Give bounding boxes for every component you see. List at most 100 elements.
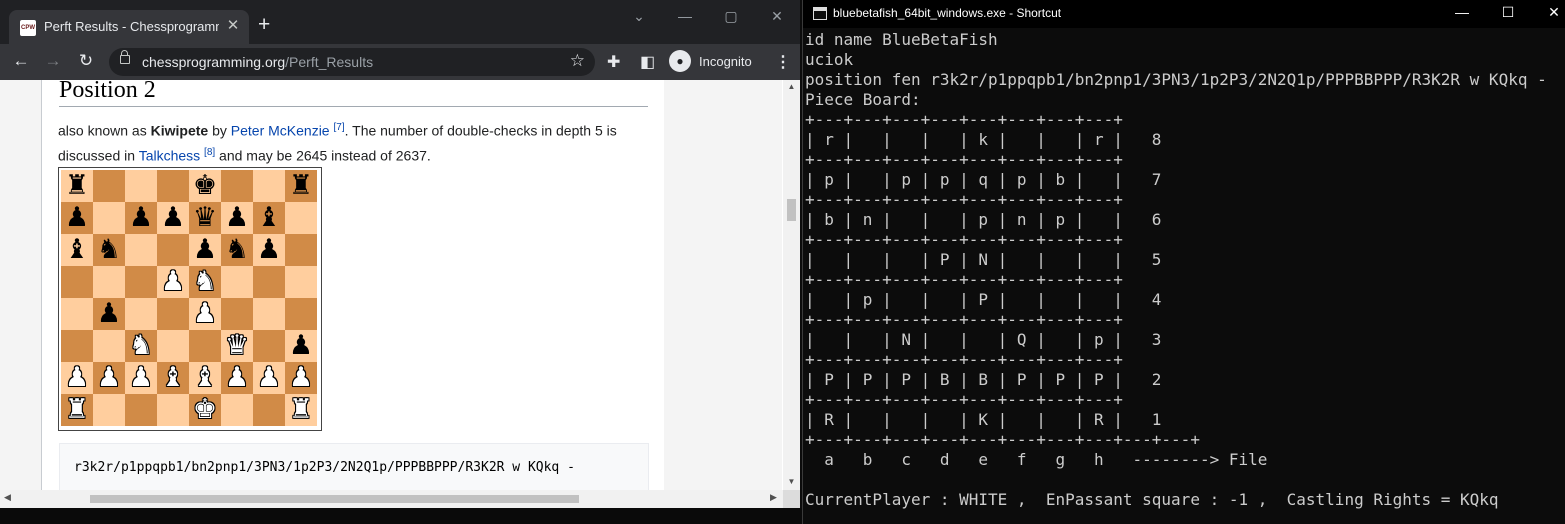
white-pawn-icon: ♟ <box>128 362 154 393</box>
horizontal-scroll-thumb[interactable] <box>90 495 579 503</box>
browser-tab[interactable]: CPW Perft Results - Chessprogramming ✕ <box>9 10 249 44</box>
black-pawn-icon: ♟ <box>192 234 218 265</box>
side-panel-icon[interactable]: ◧ <box>640 52 655 72</box>
square-d4 <box>157 298 189 330</box>
console-title-bar: bluebetafish_64bit_windows.exe - Shortcu… <box>803 0 1565 28</box>
black-queen-icon: ♛ <box>192 202 218 233</box>
maximize-icon[interactable]: ▢ <box>719 8 743 25</box>
browser-toolbar: ← → ↻ chessprogramming.org/Perft_Results… <box>0 44 800 80</box>
menu-icon[interactable]: ⋮ <box>775 52 791 72</box>
console-line: +---+---+---+---+---+---+---+---+ <box>805 190 1123 209</box>
square-b7 <box>93 202 125 234</box>
white-queen-icon: ♛ <box>224 330 250 361</box>
square-a5 <box>61 266 93 298</box>
white-pawn-icon: ♟ <box>96 362 122 393</box>
scroll-up-icon[interactable]: ▲ <box>783 82 800 91</box>
footnote-7-link[interactable]: [7] <box>333 122 344 133</box>
black-pawn-icon: ♟ <box>288 330 314 361</box>
vertical-scroll-thumb[interactable] <box>787 199 796 221</box>
square-g5 <box>253 266 285 298</box>
footnote-8-link[interactable]: [8] <box>204 147 215 158</box>
url-domain: chessprogramming.org <box>142 54 286 70</box>
console-line: position fen r3k2r/p1ppqpb1/bn2pnp1/3PN3… <box>805 70 1547 89</box>
extensions-icon[interactable]: ✚ <box>607 52 620 72</box>
console-line: id name BlueBetaFish <box>805 30 998 49</box>
bookmark-star-icon[interactable]: ☆ <box>570 51 585 71</box>
black-knight-icon: ♞ <box>224 234 250 265</box>
square-c8 <box>125 170 157 202</box>
black-bishop-icon: ♝ <box>64 234 90 265</box>
tab-search-icon[interactable]: ⌄ <box>627 8 651 25</box>
console-scrollbar[interactable] <box>1550 28 1565 524</box>
black-rook-icon: ♜ <box>288 170 314 201</box>
console-line: +---+---+---+---+---+---+---+---+ <box>805 350 1123 369</box>
console-line: | R | | | | K | | | R | 1 <box>805 410 1162 429</box>
square-c6 <box>125 234 157 266</box>
console-line: uciok <box>805 50 854 69</box>
scroll-right-icon[interactable]: ▶ <box>770 492 777 503</box>
square-d8 <box>157 170 189 202</box>
square-f8 <box>221 170 253 202</box>
scroll-down-icon[interactable]: ▼ <box>783 477 800 486</box>
new-tab-button[interactable]: + <box>258 14 270 35</box>
url-text: chessprogramming.org/Perft_Results <box>142 54 373 70</box>
peter-mckenzie-link[interactable]: Peter McKenzie <box>231 123 330 139</box>
black-pawn-icon: ♟ <box>256 234 282 265</box>
section-heading: Position 2 <box>59 80 156 103</box>
chess-diagram: ♜ ♚ ♜ ♟ ♟ ♟ ♛ ♟ ♝ ♝ ♞ ♟ ♞ ♟ ♟ ♞ ♟ ♟ ♞ ♛ ♟ ♟ ♟ ♟ ♝ ♝ ♟ ♟ ♟ ♜ ♚ ♜ <box>58 167 322 431</box>
horizontal-scrollbar[interactable]: ◀ ▶ <box>0 490 783 508</box>
chess-board: ♜ ♚ ♜ ♟ ♟ ♟ ♛ ♟ ♝ ♝ ♞ ♟ ♞ ♟ ♟ ♞ ♟ ♟ ♞ ♛ ♟ ♟ ♟ ♟ ♝ ♝ ♟ ♟ ♟ ♜ ♚ ♜ <box>61 170 317 426</box>
para-text: and may be 2645 instead of 2637. <box>215 147 431 164</box>
back-icon[interactable]: ← <box>10 51 32 71</box>
console-line: CurrentPlayer : WHITE , EnPassant square… <box>805 490 1499 509</box>
console-output[interactable]: id name BlueBetaFish uciok position fen r3… <box>805 30 1550 510</box>
square-d3 <box>157 330 189 362</box>
square-g4 <box>253 298 285 330</box>
square-h6 <box>285 234 317 266</box>
lock-icon[interactable] <box>120 50 130 64</box>
square-b1 <box>93 394 125 426</box>
close-window-icon[interactable]: ✕ <box>765 8 789 25</box>
console-close-icon[interactable]: ✕ <box>1542 4 1565 21</box>
white-bishop-icon: ♝ <box>160 362 186 393</box>
black-pawn-icon: ♟ <box>64 202 90 233</box>
scroll-left-icon[interactable]: ◀ <box>4 492 11 503</box>
reload-icon[interactable]: ↻ <box>75 51 97 71</box>
para-text: also known as <box>58 122 151 139</box>
minimize-icon[interactable]: — <box>673 8 697 24</box>
square-g8 <box>253 170 285 202</box>
square-d1 <box>157 394 189 426</box>
forward-icon[interactable]: → <box>42 51 64 71</box>
page-viewport: Position 2 also known as Kiwipete by Pet… <box>0 80 800 508</box>
console-line: | P | P | P | B | B | P | P | P | 2 <box>805 370 1162 389</box>
square-g3 <box>253 330 285 362</box>
tab-title: Perft Results - Chessprogramming <box>44 19 219 34</box>
square-b8 <box>93 170 125 202</box>
square-e3 <box>189 330 221 362</box>
favicon-icon: CPW <box>20 20 36 36</box>
talkchess-link[interactable]: Talkchess <box>139 147 200 163</box>
console-line: +---+---+---+---+---+---+---+---+---+---… <box>805 430 1200 449</box>
console-minimize-icon[interactable]: — <box>1450 4 1474 20</box>
square-f1 <box>221 394 253 426</box>
white-rook-icon: ♜ <box>64 394 90 425</box>
square-a3 <box>61 330 93 362</box>
description-paragraph: also known as Kiwipete by Peter McKenzie… <box>58 117 648 166</box>
heading-divider <box>59 106 648 107</box>
black-knight-icon: ♞ <box>96 234 122 265</box>
white-pawn-icon: ♟ <box>288 362 314 393</box>
console-line: +---+---+---+---+---+---+---+---+ <box>805 390 1123 409</box>
black-pawn-icon: ♟ <box>160 202 186 233</box>
content-border <box>41 80 42 490</box>
incognito-label: Incognito <box>699 54 752 69</box>
tab-close-icon[interactable]: ✕ <box>224 16 242 34</box>
address-bar[interactable]: chessprogramming.org/Perft_Results ☆ <box>109 48 595 76</box>
white-knight-icon: ♞ <box>128 330 154 361</box>
console-line: +---+---+---+---+---+---+---+---+ <box>805 110 1123 129</box>
square-h5 <box>285 266 317 298</box>
kiwipete-bold: Kiwipete <box>150 122 209 139</box>
vertical-scrollbar[interactable]: ▲ ▼ <box>783 80 800 490</box>
console-maximize-icon[interactable]: ☐ <box>1496 4 1520 21</box>
square-a4 <box>61 298 93 330</box>
